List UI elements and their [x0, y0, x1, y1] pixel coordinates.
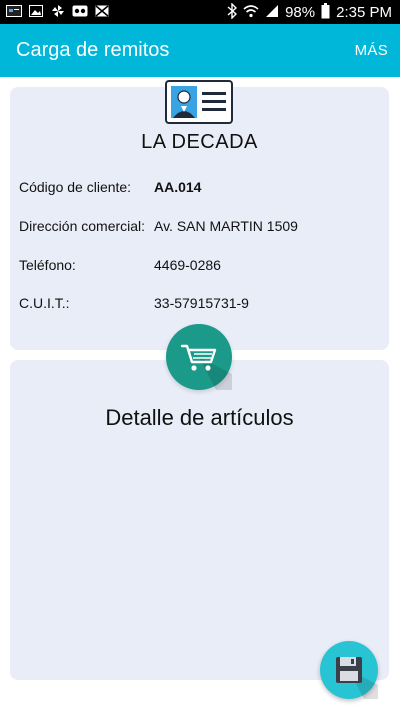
client-code-value: AA.014: [154, 179, 202, 195]
app-title: Carga de remitos: [16, 39, 170, 61]
phone-label: Teléfono:: [19, 257, 76, 273]
id-card-icon: [165, 80, 233, 124]
cuit-value: 33-57915731-9: [154, 295, 249, 311]
shopping-cart-icon: [166, 344, 232, 394]
address-label: Dirección comercial:: [19, 218, 146, 234]
mail-icon: [94, 4, 110, 18]
notification-icon: [6, 4, 22, 18]
more-menu-button[interactable]: MÁS: [355, 42, 388, 59]
client-name: LA DECADA: [141, 131, 258, 153]
clock: 2:35 PM: [336, 3, 392, 21]
app-bar: Carga de remitos MÁS: [0, 24, 400, 77]
system-icons: 98% 2:35 PM: [227, 2, 392, 22]
bluetooth-icon: [227, 2, 238, 22]
cuit-label: C.U.I.T.:: [19, 295, 70, 311]
status-bar: 98% 2:35 PM: [0, 0, 400, 24]
notification-icons: [6, 4, 110, 18]
signal-icon: [265, 4, 279, 21]
wifi-icon: [243, 4, 259, 21]
floppy-disk-icon: [320, 657, 378, 703]
battery-percent: 98%: [285, 3, 316, 21]
image-icon: [28, 4, 44, 18]
phone-value: 4469-0286: [154, 257, 221, 273]
detail-title: Detalle de artículos: [105, 405, 294, 430]
save-button[interactable]: [320, 641, 378, 699]
battery-icon: [321, 3, 330, 22]
client-code-label: Código de cliente:: [19, 179, 132, 195]
pinwheel-icon: [50, 4, 66, 18]
voicemail-icon: [72, 4, 88, 18]
address-value: Av. SAN MARTIN 1509: [154, 218, 298, 234]
add-items-button[interactable]: [166, 324, 232, 390]
